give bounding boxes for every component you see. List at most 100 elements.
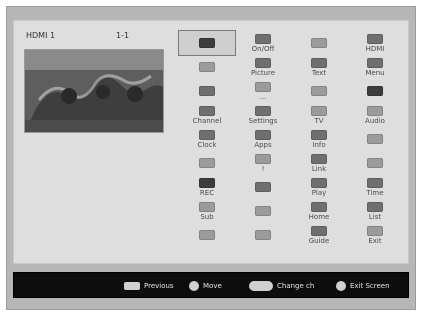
grid-item-1-0[interactable] xyxy=(179,55,235,79)
grid-item-6-3[interactable]: Time xyxy=(347,175,403,199)
grid-item-8-0[interactable] xyxy=(179,223,235,247)
cloud-icon xyxy=(311,37,327,48)
warn-icon xyxy=(255,153,271,164)
grid-item-5-2[interactable]: Link xyxy=(291,151,347,175)
shortcut-grid: On/Off HDMI Picture Text Menu ... Channe… xyxy=(178,30,404,256)
blank-icon xyxy=(311,85,327,96)
grid-item-2-3[interactable] xyxy=(347,79,403,103)
hint-move: Move xyxy=(189,279,222,293)
grid-row-0: On/Off HDMI xyxy=(178,30,404,56)
grid-row-8: Guide Exit xyxy=(179,223,404,247)
grid-row-2: ... xyxy=(179,79,404,103)
triangle-icon xyxy=(367,157,383,168)
list-icon xyxy=(367,201,383,212)
grid-item-2-1[interactable]: ... xyxy=(235,79,291,103)
menu-icon xyxy=(367,57,383,68)
minus-icon xyxy=(199,229,215,240)
grid-row-7: Sub Home List xyxy=(179,199,404,223)
hint-change: Change ch xyxy=(249,279,314,293)
play-icon xyxy=(311,177,327,188)
record-icon xyxy=(199,177,215,188)
exit-icon xyxy=(367,225,383,236)
square-icon xyxy=(199,85,215,96)
ok-key-icon xyxy=(124,282,140,290)
hint-previous-text: Previous xyxy=(144,282,174,290)
subtitle-icon xyxy=(199,201,215,212)
grid-item-5-1[interactable]: ! xyxy=(235,151,291,175)
grid-row-3: Channel Settings TV Audio xyxy=(179,103,404,127)
preview-image xyxy=(25,50,163,132)
channel-label: HDMI 1 xyxy=(26,31,56,40)
grid-item-3-2[interactable]: TV xyxy=(291,103,347,127)
grid-item-6-2[interactable]: Play xyxy=(291,175,347,199)
change-key-icon xyxy=(249,281,273,291)
time-icon xyxy=(367,177,383,188)
arrow-icon xyxy=(367,133,383,144)
hint-previous: Previous xyxy=(124,279,174,293)
grid-item-6-0[interactable]: REC xyxy=(179,175,235,199)
grid-item-1-2[interactable]: Text xyxy=(291,55,347,79)
main-panel: HDMI 1 1-1 On/Off HDMI Picture Text Menu xyxy=(13,20,409,264)
grid-item-1-1[interactable]: Picture xyxy=(235,55,291,79)
grid-item-6-1[interactable] xyxy=(235,175,291,199)
grid-item-0-2[interactable] xyxy=(291,31,347,55)
down-icon xyxy=(255,229,271,240)
grid-item-0-1[interactable]: On/Off xyxy=(235,31,291,55)
grid-item-0-3[interactable]: HDMI xyxy=(347,31,403,55)
channel-icon xyxy=(199,105,215,116)
grid-item-5-0[interactable] xyxy=(179,151,235,175)
dots-icon xyxy=(255,81,271,92)
source-icon xyxy=(367,33,383,44)
info-icon xyxy=(311,129,327,140)
keyboard-icon xyxy=(255,205,271,216)
guide-icon xyxy=(311,225,327,236)
grid-item-1-3[interactable]: Menu xyxy=(347,55,403,79)
preview-thumbnail xyxy=(24,49,164,133)
channel-number: 1-1 xyxy=(116,31,130,40)
grid-item-8-2[interactable]: Guide xyxy=(291,223,347,247)
grid-item-3-1[interactable]: Settings xyxy=(235,103,291,127)
grid-item-4-0[interactable]: Clock xyxy=(179,127,235,151)
battery-icon xyxy=(367,85,383,96)
grid-item-4-3[interactable] xyxy=(347,127,403,151)
star-icon xyxy=(199,61,215,72)
grid-item-3-3[interactable]: Audio xyxy=(347,103,403,127)
power-icon xyxy=(255,33,271,44)
bottom-hint-bar: Previous Move Change ch Exit Screen xyxy=(13,272,409,298)
grid-item-4-2[interactable]: Info xyxy=(291,127,347,151)
grid-item-2-2[interactable] xyxy=(291,79,347,103)
grid-item-3-0[interactable]: Channel xyxy=(179,103,235,127)
grid-item-2-0[interactable] xyxy=(179,79,235,103)
grid-row-1: Picture Text Menu xyxy=(179,55,404,79)
clock-icon xyxy=(199,129,215,140)
picture-icon xyxy=(255,57,271,68)
grid-row-4: Clock Apps Info xyxy=(179,127,404,151)
grid-item-7-1[interactable] xyxy=(235,199,291,223)
tv-icon xyxy=(311,105,327,116)
hint-exit: Exit Screen xyxy=(336,279,390,293)
apps-icon xyxy=(255,129,271,140)
grid-item-7-3[interactable]: List xyxy=(347,199,403,223)
dot-icon xyxy=(199,157,215,168)
grid-item-4-1[interactable]: Apps xyxy=(235,127,291,151)
hint-move-text: Move xyxy=(203,282,222,290)
grid-item-5-3[interactable] xyxy=(347,151,403,175)
grid-row-6: REC Play Time xyxy=(179,175,404,199)
grid-item-7-2[interactable]: Home xyxy=(291,199,347,223)
grid-item-8-3[interactable]: Exit xyxy=(347,223,403,247)
up-icon xyxy=(255,181,271,192)
grid-item-8-1[interactable] xyxy=(235,223,291,247)
grid-item-7-0[interactable]: Sub xyxy=(179,199,235,223)
channel-info: HDMI 1 1-1 xyxy=(26,31,166,43)
grid-item-0-0[interactable] xyxy=(178,30,236,56)
settings-icon xyxy=(255,105,271,116)
move-key-icon xyxy=(189,281,199,291)
exit-key-icon xyxy=(336,281,346,291)
grid-row-5: ! Link xyxy=(179,151,404,175)
text-icon xyxy=(311,57,327,68)
home-icon xyxy=(311,201,327,212)
circle-icon xyxy=(199,37,215,48)
link-icon xyxy=(311,153,327,164)
audio-icon xyxy=(367,105,383,116)
hint-change-text: Change ch xyxy=(277,282,315,290)
